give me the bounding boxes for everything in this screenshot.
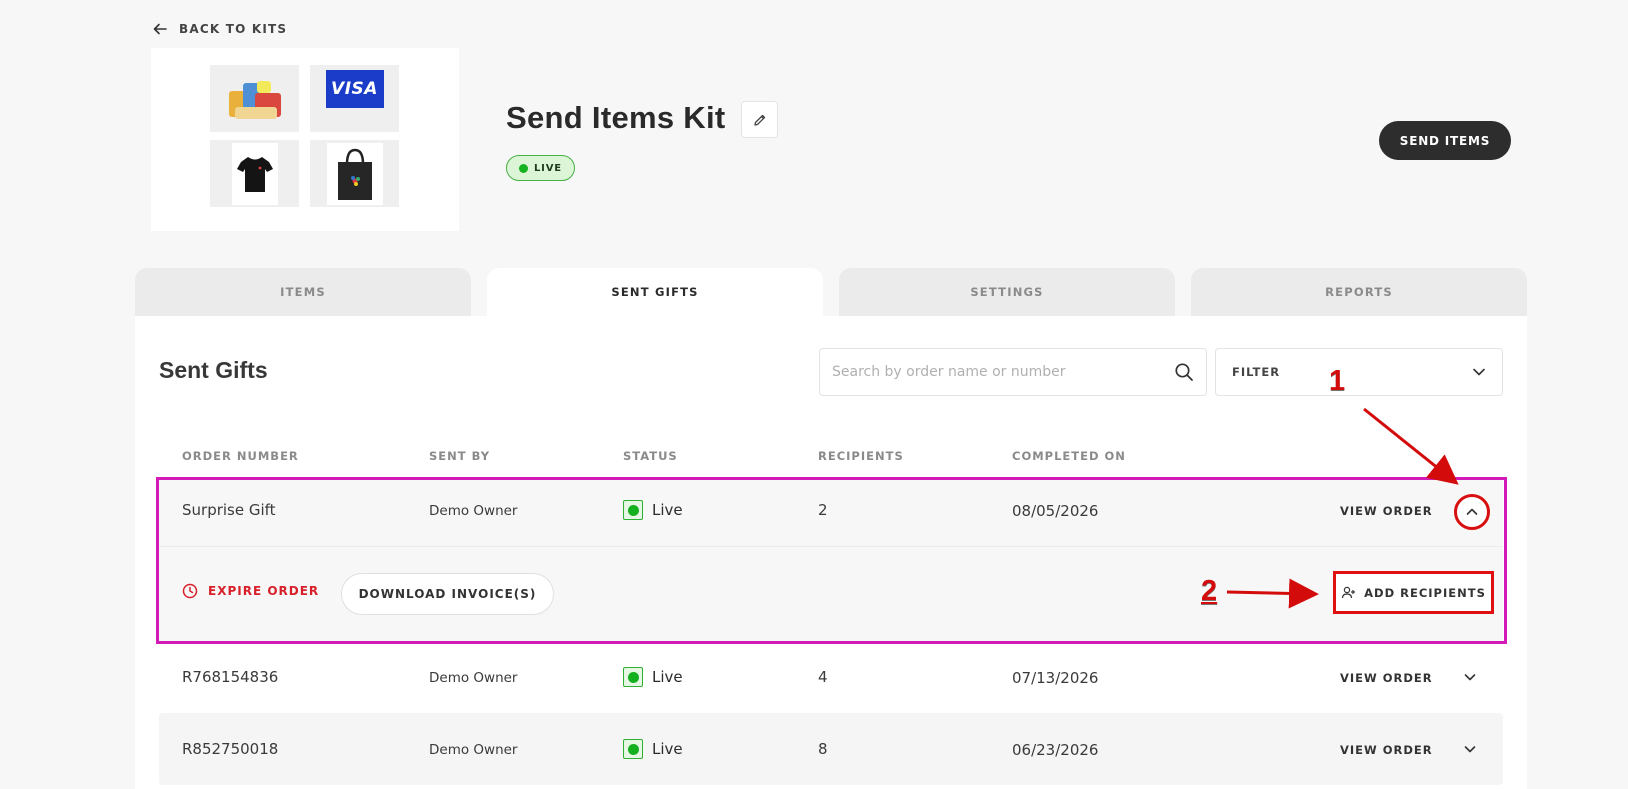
table-row-expanded: [159, 479, 1503, 642]
status-cell: Live: [623, 739, 683, 759]
order-number[interactable]: Surprise Gift: [182, 501, 276, 519]
annotation-step-1: 1: [1329, 365, 1346, 397]
annotation-step-2: 2: [1201, 575, 1218, 607]
expire-order-button[interactable]: EXPIRE ORDER: [182, 583, 319, 599]
visa-card-logo: VISA: [325, 69, 384, 108]
chevron-down-icon: [1464, 674, 1476, 681]
add-user-icon: [1342, 586, 1356, 599]
search-input[interactable]: [832, 364, 1174, 380]
status-label: Live: [652, 668, 683, 686]
completed-on: 07/13/2026: [1012, 669, 1099, 687]
sent-by: Demo Owner: [429, 742, 518, 758]
search-box: [819, 348, 1207, 396]
column-header-status: STATUS: [623, 449, 678, 463]
kit-status-badge: LIVE: [506, 155, 575, 181]
row-divider: [159, 546, 1503, 547]
status-cell: Live: [623, 500, 683, 520]
filter-label: FILTER: [1232, 365, 1281, 379]
view-order-link[interactable]: VIEW ORDER: [1340, 671, 1433, 685]
send-items-button[interactable]: SEND ITEMS: [1379, 121, 1511, 160]
tab-sent-gifts[interactable]: SENT GIFTS: [487, 268, 823, 316]
tab-settings[interactable]: SETTINGS: [839, 268, 1175, 316]
add-recipients-label: ADD RECIPIENTS: [1364, 585, 1486, 600]
status-dot-icon: [519, 163, 528, 173]
status-cell: Live: [623, 667, 683, 687]
expand-row-button[interactable]: [1459, 738, 1481, 760]
recipients-count: 2: [818, 501, 828, 519]
column-header-recipients: RECIPIENTS: [818, 449, 904, 463]
snack-box-image: [210, 65, 299, 132]
kit-status-label: LIVE: [534, 162, 562, 174]
view-order-link[interactable]: VIEW ORDER: [1340, 743, 1433, 757]
column-header-order-number: ORDER NUMBER: [182, 449, 299, 463]
search-icon[interactable]: [1174, 362, 1194, 382]
sent-by: Demo Owner: [429, 670, 518, 686]
completed-on: 08/05/2026: [1012, 502, 1099, 520]
back-to-kits-link[interactable]: BACK TO KITS: [151, 20, 287, 38]
recipients-count: 4: [818, 668, 828, 686]
column-header-sent-by: SENT BY: [429, 449, 491, 463]
add-recipients-button[interactable]: ADD RECIPIENTS: [1333, 571, 1494, 614]
recipients-count: 8: [818, 740, 828, 758]
expand-row-button[interactable]: [1459, 666, 1481, 688]
tab-items[interactable]: ITEMS: [135, 268, 471, 316]
tote-bag-image: [310, 140, 399, 207]
chevron-down-icon: [1464, 746, 1476, 753]
tab-reports[interactable]: REPORTS: [1191, 268, 1527, 316]
column-header-completed-on: COMPLETED ON: [1012, 449, 1126, 463]
live-status-icon: [623, 500, 643, 520]
kit-title: Send Items Kit: [506, 100, 726, 135]
filter-dropdown[interactable]: FILTER: [1215, 348, 1503, 396]
pencil-icon: [753, 114, 765, 126]
chevron-up-icon: [1466, 508, 1478, 515]
live-status-icon: [623, 739, 643, 759]
edit-title-button[interactable]: [741, 101, 778, 138]
back-to-kits-label: BACK TO KITS: [179, 22, 288, 36]
sent-by: Demo Owner: [429, 503, 518, 519]
order-number[interactable]: R768154836: [182, 668, 278, 686]
visa-card-image: VISA: [310, 65, 399, 132]
tshirt-image: [210, 140, 299, 207]
table-row: [159, 713, 1503, 785]
kit-image-grid: VISA: [151, 48, 459, 231]
table-row: [159, 644, 1503, 710]
collapse-row-button[interactable]: [1454, 494, 1490, 530]
view-order-link[interactable]: VIEW ORDER: [1340, 504, 1433, 518]
arrow-left-icon: [153, 23, 167, 35]
status-label: Live: [652, 740, 683, 758]
download-invoice-button[interactable]: DOWNLOAD INVOICE(S): [341, 573, 554, 615]
tote-bag-icon: [337, 148, 372, 200]
live-status-icon: [623, 667, 643, 687]
section-title: Sent Gifts: [159, 357, 268, 383]
tshirt-icon: [236, 156, 273, 192]
status-label: Live: [652, 501, 683, 519]
chevron-down-icon: [1473, 368, 1485, 376]
order-number[interactable]: R852750018: [182, 740, 278, 758]
completed-on: 06/23/2026: [1012, 741, 1099, 759]
clock-icon: [182, 583, 198, 599]
expire-order-label: EXPIRE ORDER: [208, 584, 320, 598]
